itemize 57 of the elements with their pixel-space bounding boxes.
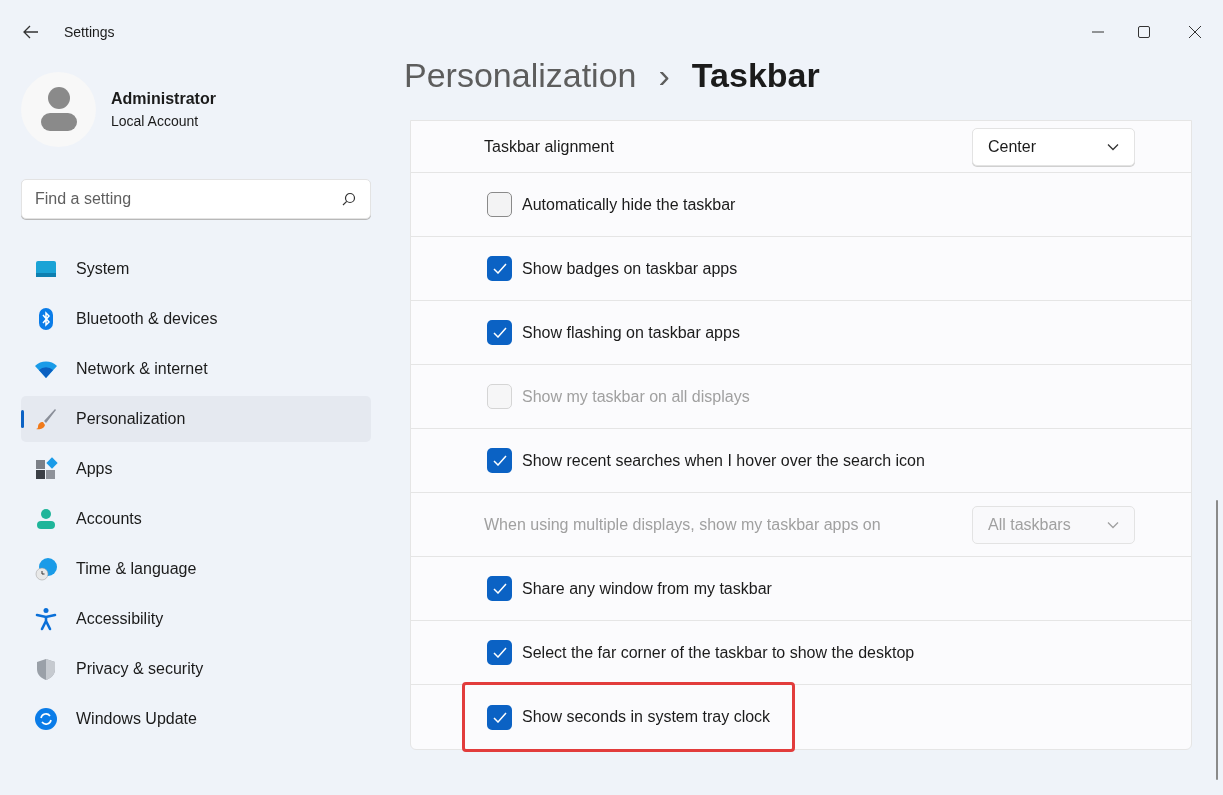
scrollbar-thumb[interactable] (1216, 500, 1218, 780)
shield-icon (34, 657, 58, 681)
checkbox[interactable] (487, 192, 512, 217)
sidebar-item[interactable]: Network & internet (21, 346, 371, 392)
checkbox[interactable] (487, 320, 512, 345)
checkmark-icon (492, 711, 507, 723)
chevron-down-icon (1107, 142, 1119, 151)
search-field[interactable]: Find a setting (21, 179, 371, 219)
close-icon (1189, 26, 1201, 38)
breadcrumb-separator: › (658, 55, 670, 96)
maximize-icon (1138, 26, 1150, 38)
setting-label: Taskbar alignment (484, 136, 614, 157)
checkmark-icon (492, 263, 507, 274)
checkbox-label: Automatically hide the taskbar (522, 194, 736, 215)
person-silhouette-icon (40, 87, 77, 131)
sync-icon (34, 707, 58, 731)
dropdown[interactable]: Center (972, 127, 1135, 166)
person-icon (34, 507, 58, 531)
globe-clock-icon (34, 557, 58, 581)
apps-icon (34, 457, 58, 481)
checkmark-icon (492, 327, 507, 338)
checkbox[interactable] (487, 704, 512, 730)
sidebar-item[interactable]: Privacy & security (21, 646, 371, 692)
checkbox[interactable] (487, 256, 512, 281)
sidebar-item[interactable]: System (21, 246, 371, 292)
checkbox-label: Share any window from my taskbar (522, 578, 772, 599)
sidebar-item[interactable]: Windows Update (21, 696, 371, 742)
sidebar-item[interactable]: Time & language (21, 546, 371, 592)
checkbox-label: Show badges on taskbar apps (522, 258, 738, 279)
sidebar-item[interactable]: Accessibility (21, 596, 371, 642)
account-name: Administrator (111, 88, 216, 109)
checkbox[interactable] (487, 640, 512, 665)
checkmark-icon (492, 647, 507, 658)
window-title: Settings (64, 22, 115, 42)
chevron-down-icon (1107, 520, 1119, 529)
checkbox-label: Show my taskbar on all displays (522, 386, 750, 407)
sidebar-item[interactable]: Bluetooth & devices (21, 296, 371, 342)
sidebar-item[interactable]: Personalization (21, 396, 371, 442)
search-icon (342, 192, 356, 206)
setting-label: When using multiple displays, show my taskbar apps on (484, 514, 881, 535)
back-arrow-icon (23, 25, 39, 39)
checkbox-label: Show flashing on taskbar apps (522, 322, 740, 343)
breadcrumb-parent[interactable]: Personalization (404, 50, 637, 101)
sidebar-item[interactable]: Apps (21, 446, 371, 492)
checkbox[interactable] (487, 448, 512, 473)
page-title: Taskbar (691, 55, 820, 96)
checkmark-icon (492, 455, 507, 466)
checkbox-label: Show seconds in system tray clock (522, 707, 771, 727)
checkmark-icon (492, 583, 507, 594)
sidebar-item[interactable]: Accounts (21, 496, 371, 542)
checkbox-label: Select the far corner of the taskbar to show the desktop (522, 642, 915, 663)
checkbox[interactable] (487, 576, 512, 601)
account-type: Local Account (111, 111, 200, 131)
checkbox-label: Show recent searches when I hover over the search icon (522, 450, 925, 471)
minimize-icon (1092, 31, 1104, 33)
paintbrush-icon (34, 407, 58, 431)
accessibility-icon (34, 607, 58, 631)
